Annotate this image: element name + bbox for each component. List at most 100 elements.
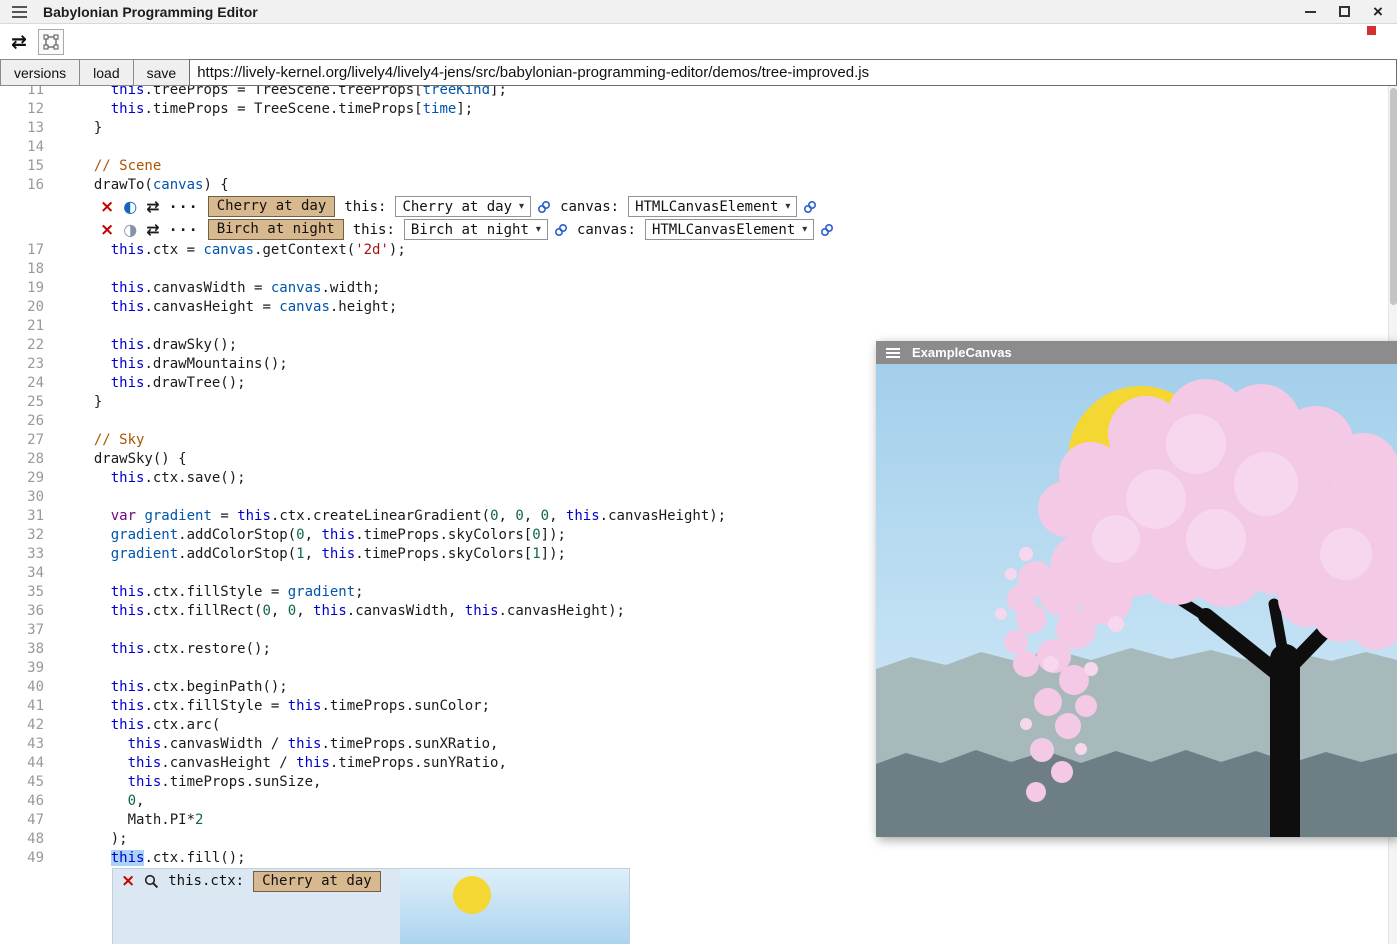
canvas-value-dropdown[interactable]: HTMLCanvasElement ▾ — [628, 196, 797, 217]
probe-inspector-widget: × this.ctx: Cherry at day — [112, 868, 630, 944]
code-text — [44, 138, 77, 157]
code-line[interactable]: 15 // Scene — [0, 157, 1397, 176]
line-number: 12 — [0, 100, 44, 119]
connect-tool-button[interactable]: ⇄ — [6, 29, 32, 55]
example-toggle-off-icon[interactable]: ◑ — [123, 221, 137, 239]
code-text: // Scene — [44, 157, 161, 176]
close-button[interactable]: × — [1371, 5, 1385, 19]
probe-inspector-panel: × this.ctx: Cherry at day — [113, 869, 400, 944]
line-number: 11 — [0, 86, 44, 100]
code-line[interactable]: 11 this.treeProps = TreeScene.treeProps[… — [0, 86, 1397, 100]
this-value-dropdown[interactable]: Birch at night ▾ — [404, 219, 548, 240]
code-line[interactable]: 19 this.canvasWidth = canvas.width; — [0, 279, 1397, 298]
minimize-button[interactable] — [1303, 5, 1317, 19]
code-line[interactable]: 21 — [0, 317, 1397, 336]
line-number: 15 — [0, 157, 44, 176]
line-number: 40 — [0, 678, 44, 697]
code-text: drawTo(canvas) { — [44, 176, 229, 195]
line-number: 38 — [0, 640, 44, 659]
line-number: 43 — [0, 735, 44, 754]
hamburger-menu-icon[interactable] — [12, 11, 27, 13]
example-name-button[interactable]: Cherry at day — [253, 871, 381, 892]
window-title: Babylonian Programming Editor — [43, 4, 258, 20]
swap-arrows-icon[interactable]: ⇄ — [146, 221, 159, 239]
line-number: 23 — [0, 355, 44, 374]
line-number: 17 — [0, 241, 44, 260]
remove-example-icon[interactable]: × — [100, 221, 114, 239]
canvas-value-dropdown[interactable]: HTMLCanvasElement ▾ — [645, 219, 814, 240]
line-number: 26 — [0, 412, 44, 431]
address-bar: versions load save — [0, 59, 1397, 86]
more-options-icon[interactable]: ··· — [169, 223, 199, 237]
canvas-preview-image — [400, 869, 629, 944]
code-text: this.canvasHeight / this.timeProps.sunYR… — [44, 754, 507, 773]
swap-arrows-icon[interactable]: ⇄ — [146, 198, 159, 216]
more-options-icon[interactable]: ··· — [169, 200, 199, 214]
chevron-down-icon: ▾ — [536, 224, 541, 235]
code-line[interactable]: 17 this.ctx = canvas.getContext('2d'); — [0, 241, 1397, 260]
code-text: var gradient = this.ctx.createLinearGrad… — [44, 507, 726, 526]
example-toggle-on-icon[interactable]: ◐ — [123, 198, 137, 216]
code-line[interactable]: 13 } — [0, 119, 1397, 138]
code-text — [44, 621, 77, 640]
minimize-icon — [1305, 11, 1316, 13]
canvas-preview — [400, 869, 629, 944]
code-line[interactable]: 16 drawTo(canvas) { — [0, 176, 1397, 195]
this-value-dropdown[interactable]: Cherry at day ▾ — [395, 196, 531, 217]
tree-scene-image — [876, 364, 1397, 837]
code-text — [44, 488, 77, 507]
line-number: 33 — [0, 545, 44, 564]
this-param-label: this: — [344, 199, 386, 215]
window-titlebar: Babylonian Programming Editor × — [0, 0, 1397, 24]
link-icon[interactable] — [554, 223, 568, 237]
line-number: 16 — [0, 176, 44, 195]
link-icon[interactable] — [537, 200, 551, 214]
load-button[interactable]: load — [79, 59, 133, 86]
line-number: 41 — [0, 697, 44, 716]
code-line[interactable]: 20 this.canvasHeight = canvas.height; — [0, 298, 1397, 317]
code-text: this.canvasWidth = canvas.width; — [44, 279, 380, 298]
save-button[interactable]: save — [133, 59, 191, 86]
code-line[interactable]: 18 — [0, 260, 1397, 279]
example-canvas-window: ExampleCanvas — [876, 341, 1397, 837]
line-number: 36 — [0, 602, 44, 621]
chevron-down-icon: ▾ — [785, 201, 790, 212]
remove-example-icon[interactable]: × — [100, 198, 114, 216]
versions-button[interactable]: versions — [0, 59, 80, 86]
code-line[interactable]: 12 this.timeProps = TreeScene.timeProps[… — [0, 100, 1397, 119]
link-icon[interactable] — [820, 223, 834, 237]
maximize-icon — [1339, 6, 1350, 17]
select-region-tool-button[interactable] — [38, 29, 64, 55]
code-text: this.drawMountains(); — [44, 355, 288, 374]
link-icon[interactable] — [803, 200, 817, 214]
line-number: 44 — [0, 754, 44, 773]
example-canvas-titlebar[interactable]: ExampleCanvas — [876, 341, 1397, 364]
hamburger-menu-icon[interactable] — [886, 352, 900, 354]
scrollbar-thumb[interactable] — [1390, 88, 1397, 305]
line-number: 21 — [0, 317, 44, 336]
maximize-button[interactable] — [1337, 5, 1351, 19]
code-line[interactable]: 49 this.ctx.fill(); — [0, 849, 1397, 868]
line-number: 47 — [0, 811, 44, 830]
example-probe-row: × ◑ ⇄ ··· Birch at night this: Birch at … — [0, 218, 1397, 241]
url-input[interactable] — [189, 59, 1397, 86]
line-number: 22 — [0, 336, 44, 355]
line-number: 32 — [0, 526, 44, 545]
code-text — [44, 659, 77, 678]
example-name-button[interactable]: Cherry at day — [208, 196, 336, 217]
remove-probe-icon[interactable]: × — [121, 872, 135, 890]
code-text: this.ctx.save(); — [44, 469, 246, 488]
code-text: this.ctx.fillRect(0, 0, this.canvasWidth… — [44, 602, 625, 621]
code-line[interactable]: 14 — [0, 138, 1397, 157]
code-text: this.ctx.fillStyle = gradient; — [44, 583, 364, 602]
search-icon[interactable] — [144, 874, 159, 889]
example-name-button[interactable]: Birch at night — [208, 219, 344, 240]
code-text: gradient.addColorStop(1, this.timeProps.… — [44, 545, 566, 564]
dropdown-value: HTMLCanvasElement — [652, 222, 795, 238]
dropdown-value: Birch at night — [411, 222, 529, 238]
line-number: 25 — [0, 393, 44, 412]
line-number: 29 — [0, 469, 44, 488]
code-text: } — [44, 393, 102, 412]
code-text: this.canvasWidth / this.timeProps.sunXRa… — [44, 735, 498, 754]
probe-expression-label: this.ctx: — [168, 873, 244, 889]
